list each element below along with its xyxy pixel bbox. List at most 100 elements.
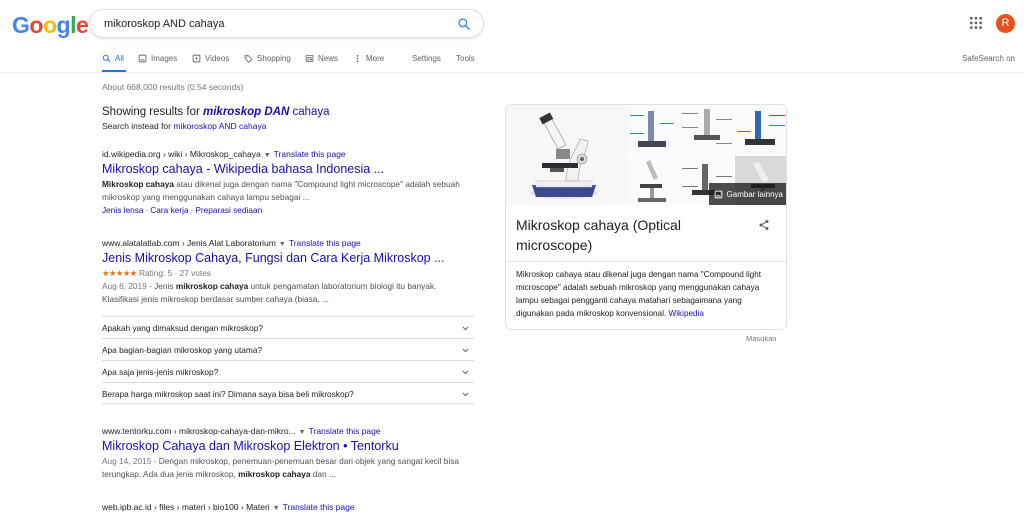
result-url[interactable]: www.tentorku.com › mikroskop-cahaya-dan-… [102,426,296,436]
snippet-text: dan ... [310,469,336,479]
result-cite: web.ipb.ac.id › files › materi › bio100 … [102,502,474,512]
search-icon [102,54,111,63]
translate-link[interactable]: Translate this page [283,502,355,512]
paa-question[interactable]: Apa saja jenis-jenis mikroskop? [102,360,474,382]
result-title[interactable]: Jenis Mikroskop Cahaya, Fungsi dan Cara … [102,251,474,265]
more-images-label: Gambar lainnya [726,189,783,199]
tab-more[interactable]: More [353,54,384,63]
paa-question[interactable]: Apakah yang dimaksud dengan mikroskop? [102,316,474,338]
caret-down-icon[interactable]: ▼ [279,241,286,248]
tab-videos[interactable]: Videos [192,54,229,63]
tab-all[interactable]: All [102,54,124,63]
showing-results-for: Showing results for mikroskop DAN cahaya [102,106,330,118]
tab-tools[interactable]: Tools [456,54,475,63]
snippet-text: Jenis [154,281,176,291]
translate-link[interactable]: Translate this page [309,426,381,436]
snippet-date: Aug 6, 2019 - [102,281,155,291]
chevron-down-icon [462,348,469,353]
tab-label: Tools [456,54,475,63]
search-result: www.tentorku.com › mikroskop-cahaya-dan-… [102,426,474,481]
kp-description: Mikroskop cahaya atau dikenal juga denga… [516,268,778,320]
microscope-illustration [530,112,598,199]
chevron-down-icon [462,370,469,375]
search-instead-link[interactable]: mikoroskop AND cahaya [173,121,266,131]
kp-title: Mikroskop cahaya (Optical microscope) [516,217,681,253]
snippet-bold: mikroskop cahaya [238,469,311,479]
tab-label: Settings [412,54,441,63]
paa-question[interactable]: Berapa harga mikroskop saat ini? Dimana … [102,382,474,404]
caret-down-icon[interactable]: ▼ [299,429,306,436]
paa-question-text: Apakah yang dimaksud dengan mikroskop? [102,323,263,333]
logo-letter: o [29,12,43,38]
sitelinks: Jenis lensa · Cara kerja · Preparasi sediaan [102,205,474,215]
search-icon[interactable] [457,17,471,31]
caret-down-icon[interactable]: ▼ [273,505,280,512]
search-result: web.ipb.ac.id › files › materi › bio100 … [102,502,474,512]
result-title[interactable]: Mikroskop Cahaya dan Mikroskop Elektron … [102,439,474,453]
logo-letter: o [42,12,57,38]
kp-divider [506,261,786,262]
result-url[interactable]: id.wikipedia.org › wiki › Mikroskop_caha… [102,149,261,159]
people-also-ask: Apakah yang dimaksud dengan mikroskop? A… [102,316,474,404]
showing-prefix: Showing results for [102,106,203,118]
search-result: www.alatalatlab.com › Jenis Alat Laborat… [102,238,474,306]
image-icon [138,54,147,63]
paa-question-text: Berapa harga mikroskop saat ini? Dimana … [102,389,354,399]
play-icon [192,54,201,63]
tab-label: Shopping [257,54,291,63]
corrected-query-link[interactable]: mikroskop DAN cahaya [203,106,330,118]
share-icon[interactable] [758,219,770,231]
kp-image-strip[interactable]: Gambar lainnya [506,105,786,205]
tab-label: More [366,54,385,63]
header-divider [0,72,1024,73]
google-logo[interactable]: Google [12,12,89,39]
result-cite: www.alatalatlab.com › Jenis Alat Laborat… [102,238,474,248]
instead-prefix: Search instead for [102,121,174,131]
rating-text: Rating: 5 · 27 votes [136,268,211,278]
result-cite: id.wikipedia.org › wiki › Mikroskop_caha… [102,149,474,159]
apps-grid-icon[interactable] [970,17,982,29]
tab-label: Videos [205,54,230,63]
translate-link[interactable]: Translate this page [289,238,361,248]
more-images-button[interactable]: Gambar lainnya [708,183,786,205]
microscope-thumbnail[interactable] [626,155,680,205]
tab-images[interactable]: Images [138,54,177,63]
more-vert-icon [356,55,359,62]
sitelink[interactable]: Jenis lensa [102,205,144,215]
microscope-image[interactable] [506,105,626,205]
logo-letter: g [56,12,71,38]
result-snippet: Aug 6, 2019 - Jenis mikroskop cahaya unt… [102,280,474,306]
kp-source-link[interactable]: Wikipedia [668,309,704,318]
sitelink[interactable]: Cara kerja [150,205,188,215]
microscope-thumbnail[interactable] [734,105,786,155]
search-input[interactable] [104,15,444,33]
search-box[interactable] [89,9,484,38]
result-url[interactable]: web.ipb.ac.id › files › materi › bio100 … [102,502,270,512]
sitelink[interactable]: Preparasi sediaan [195,205,262,215]
tab-settings[interactable]: Settings [412,54,441,63]
tab-shopping[interactable]: Shopping [244,54,291,63]
microscope-thumbnail[interactable] [680,105,734,155]
microscope-thumbnail[interactable] [626,105,680,155]
account-avatar[interactable]: R [996,14,1015,33]
tab-label: Images [151,54,178,63]
corrected-query-rest: cahaya [289,106,330,118]
result-title[interactable]: Mikroskop cahaya - Wikipedia bahasa Indo… [102,162,474,176]
translate-link[interactable]: Translate this page [274,149,346,159]
search-result: id.wikipedia.org › wiki › Mikroskop_caha… [102,149,474,215]
result-url[interactable]: www.alatalatlab.com › Jenis Alat Laborat… [102,238,276,248]
tab-label: News [318,54,339,63]
tab-label: All [115,54,124,63]
tag-icon [244,55,253,63]
paa-question[interactable]: Apa bagian-bagian mikroskop yang utama? [102,338,474,360]
safesearch-status[interactable]: SafeSearch on [962,54,1015,63]
sitelink-separator: · [145,205,149,215]
feedback-link[interactable]: Masukan [746,334,776,343]
rating-row: ★★★★★ Rating: 5 · 27 votes [102,268,474,278]
newspaper-icon [305,55,314,62]
tab-news[interactable]: News [305,54,338,63]
search-instead: Search instead for mikoroskop AND cahaya [102,121,266,131]
knowledge-panel: Gambar lainnya Mikroskop cahaya (Optical… [505,104,787,330]
caret-down-icon[interactable]: ▼ [264,152,271,159]
kp-description-text: Mikroskop cahaya atau dikenal juga denga… [516,270,762,318]
